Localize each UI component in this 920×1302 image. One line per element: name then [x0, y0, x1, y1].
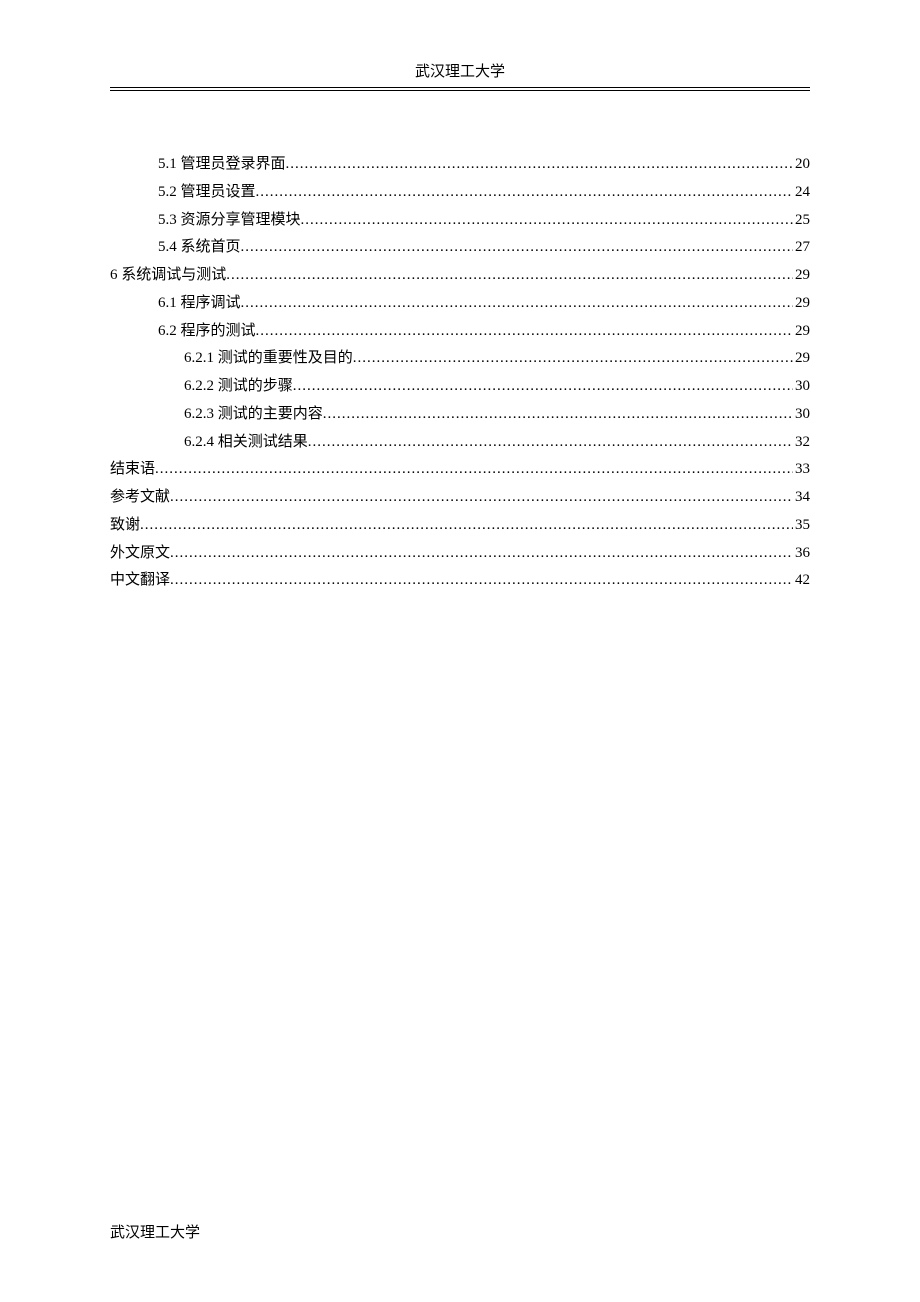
toc-entry-label: 5.3 资源分享管理模块: [158, 207, 301, 235]
toc-entry: 外文原文 36: [110, 540, 810, 568]
toc-entry-label: 参考文献: [110, 484, 170, 512]
header-title: 武汉理工大学: [415, 64, 505, 80]
toc-leader-dots: [155, 456, 793, 484]
toc-entry: 5.4 系统首页 27: [110, 234, 810, 262]
toc-leader-dots: [308, 429, 793, 457]
toc-leader-dots: [353, 345, 793, 373]
toc-entry-label: 6.2 程序的测试: [158, 318, 256, 346]
toc-entry-label: 6.2.2 测试的步骤: [184, 373, 293, 401]
toc-entry: 5.2 管理员设置 24: [110, 179, 810, 207]
toc-leader-dots: [241, 234, 793, 262]
toc-entry-page: 42: [793, 567, 810, 595]
toc-entry: 6.1 程序调试 29: [110, 290, 810, 318]
toc-entry: 6.2.1 测试的重要性及目的 29: [110, 345, 810, 373]
toc-leader-dots: [170, 484, 793, 512]
toc-entry-page: 20: [793, 151, 810, 179]
toc-leader-dots: [301, 207, 793, 235]
toc-entry: 6.2.2 测试的步骤 30: [110, 373, 810, 401]
toc-leader-dots: [286, 151, 793, 179]
toc-entry-page: 30: [793, 401, 810, 429]
header-underline: [110, 90, 810, 91]
toc-entry: 5.3 资源分享管理模块 25: [110, 207, 810, 235]
page-footer: 武汉理工大学: [110, 1221, 200, 1242]
toc-leader-dots: [226, 262, 793, 290]
toc-entry-label: 中文翻译: [110, 567, 170, 595]
page-header: 武汉理工大学: [110, 60, 810, 88]
toc-entry-label: 6.2.3 测试的主要内容: [184, 401, 323, 429]
toc-entry-page: 25: [793, 207, 810, 235]
toc-entry-page: 29: [793, 290, 810, 318]
toc-entry-page: 29: [793, 345, 810, 373]
toc-entry-label: 结束语: [110, 456, 155, 484]
toc-entry-label: 6.2.4 相关测试结果: [184, 429, 308, 457]
toc-entry: 致谢 35: [110, 512, 810, 540]
toc-leader-dots: [170, 540, 793, 568]
toc-entry-page: 27: [793, 234, 810, 262]
toc-entry: 6 系统调试与测试 29: [110, 262, 810, 290]
toc-entry-label: 6 系统调试与测试: [110, 262, 226, 290]
table-of-contents: 5.1 管理员登录界面 20 5.2 管理员设置 24 5.3 资源分享管理模块…: [110, 151, 810, 595]
toc-leader-dots: [256, 179, 793, 207]
toc-entry-label: 致谢: [110, 512, 140, 540]
toc-leader-dots: [170, 567, 793, 595]
toc-entry-page: 32: [793, 429, 810, 457]
toc-leader-dots: [293, 373, 793, 401]
toc-leader-dots: [241, 290, 793, 318]
toc-entry-page: 30: [793, 373, 810, 401]
toc-entry-page: 24: [793, 179, 810, 207]
toc-entry-label: 外文原文: [110, 540, 170, 568]
toc-leader-dots: [140, 512, 793, 540]
toc-leader-dots: [256, 318, 793, 346]
toc-entry-page: 29: [793, 262, 810, 290]
toc-entry-page: 34: [793, 484, 810, 512]
toc-entry-page: 35: [793, 512, 810, 540]
toc-entry-label: 5.4 系统首页: [158, 234, 241, 262]
toc-entry-label: 5.2 管理员设置: [158, 179, 256, 207]
toc-entry-page: 33: [793, 456, 810, 484]
toc-entry-page: 29: [793, 318, 810, 346]
toc-entry: 5.1 管理员登录界面 20: [110, 151, 810, 179]
toc-entry: 6.2.3 测试的主要内容 30: [110, 401, 810, 429]
toc-entry-label: 6.2.1 测试的重要性及目的: [184, 345, 353, 373]
toc-entry: 中文翻译 42: [110, 567, 810, 595]
footer-text: 武汉理工大学: [110, 1225, 200, 1241]
toc-entry: 结束语 33: [110, 456, 810, 484]
toc-entry-label: 5.1 管理员登录界面: [158, 151, 286, 179]
toc-entry: 6.2.4 相关测试结果 32: [110, 429, 810, 457]
toc-entry-label: 6.1 程序调试: [158, 290, 241, 318]
toc-leader-dots: [323, 401, 793, 429]
toc-entry: 参考文献 34: [110, 484, 810, 512]
document-page: 武汉理工大学 5.1 管理员登录界面 20 5.2 管理员设置 24 5.3 资…: [0, 0, 920, 595]
toc-entry: 6.2 程序的测试 29: [110, 318, 810, 346]
toc-entry-page: 36: [793, 540, 810, 568]
